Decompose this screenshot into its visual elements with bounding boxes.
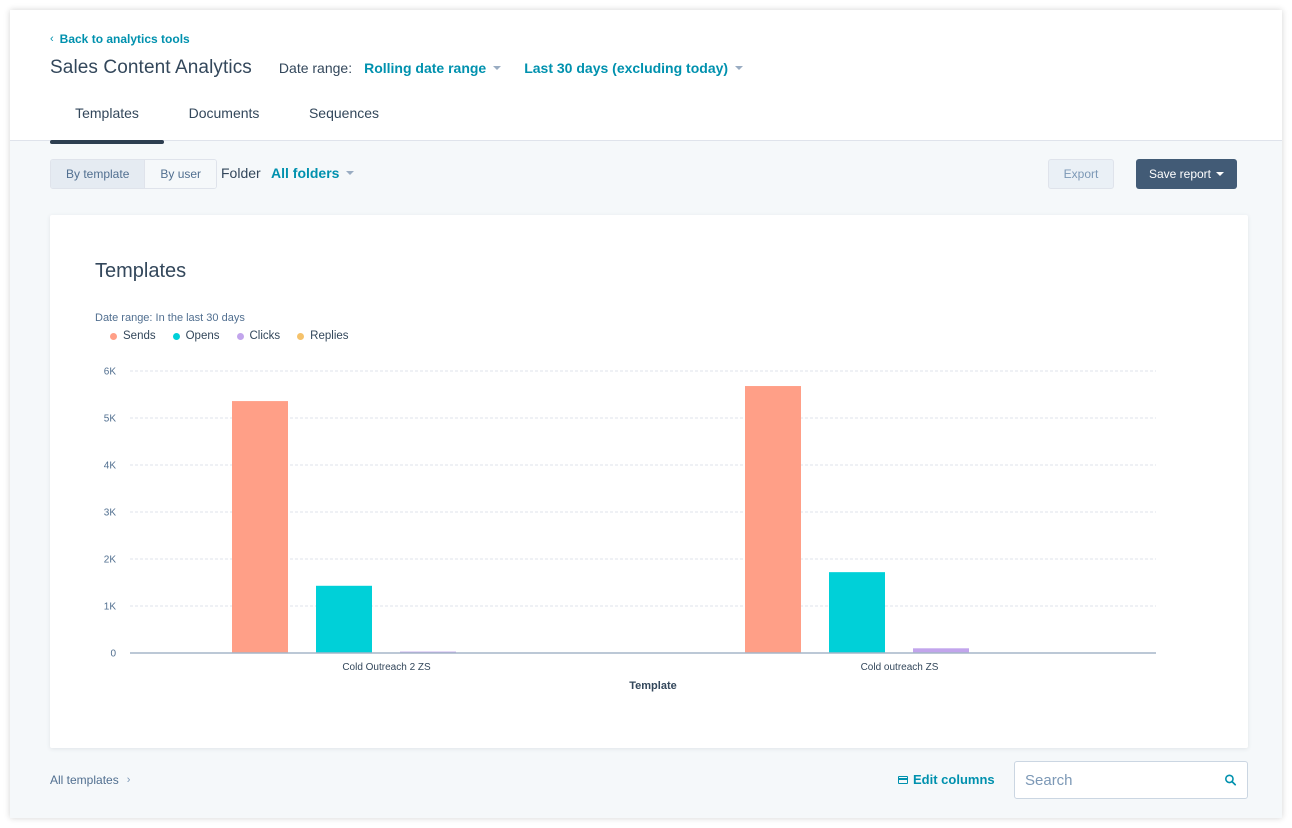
folder-dropdown[interactable]: All folders xyxy=(271,165,355,181)
tab-documents[interactable]: Documents xyxy=(164,105,284,141)
bar-sends[interactable] xyxy=(745,386,801,653)
folder-value: All folders xyxy=(271,165,340,181)
bar-chart: 0 1K 2K 3K 4K 5K 6K Cold Outreach 2 ZS Cold outr… xyxy=(104,367,1156,692)
by-template-button[interactable]: By template xyxy=(51,160,146,188)
date-range-value: Last 30 days (excluding today) xyxy=(524,60,729,76)
tab-templates[interactable]: Templates xyxy=(50,105,164,144)
page-header: ‹ Back to analytics tools Sales Content … xyxy=(10,10,1282,144)
search-box xyxy=(1014,761,1248,799)
date-range-label: Date range: xyxy=(278,60,353,76)
report-toolbar: By template By user Folder All folders E… xyxy=(50,159,1238,189)
bar-sends[interactable] xyxy=(232,401,288,653)
back-to-analytics-link[interactable]: ‹ Back to analytics tools xyxy=(50,32,190,46)
x-tick-label: Cold outreach ZS xyxy=(861,662,939,673)
export-button[interactable]: Export xyxy=(1048,159,1114,189)
date-range-value-dropdown[interactable]: Last 30 days (excluding today) xyxy=(524,60,744,76)
y-tick-label: 2K xyxy=(104,555,117,566)
bar-opens[interactable] xyxy=(829,572,885,653)
back-link-label: Back to analytics tools xyxy=(59,32,190,46)
search-input[interactable] xyxy=(1025,771,1224,789)
app-window: ‹ Back to analytics tools Sales Content … xyxy=(10,10,1282,818)
tab-sequences[interactable]: Sequences xyxy=(284,105,404,141)
folder-label: Folder xyxy=(221,165,261,181)
page-title: Sales Content Analytics xyxy=(50,57,252,78)
y-tick-label: 5K xyxy=(104,414,117,425)
view-toggle: By template By user xyxy=(50,159,218,189)
y-tick-label: 4K xyxy=(104,461,117,472)
all-templates-label: All templates xyxy=(50,773,119,787)
caret-down-icon xyxy=(346,171,355,175)
y-tick-label: 1K xyxy=(104,602,117,613)
caret-down-icon xyxy=(493,66,502,70)
title-row: Sales Content Analytics Date range: Roll… xyxy=(50,57,744,79)
caret-down-icon xyxy=(1216,172,1225,176)
edit-columns-label: Edit columns xyxy=(913,772,995,787)
y-tick-label: 6K xyxy=(104,367,117,378)
x-axis-title: Template xyxy=(629,680,676,692)
edit-columns-button[interactable]: Edit columns xyxy=(898,772,995,787)
x-tick-label: Cold Outreach 2 ZS xyxy=(342,662,431,673)
y-tick-label: 3K xyxy=(104,508,117,519)
save-report-button[interactable]: Save report xyxy=(1136,159,1237,189)
bar-opens[interactable] xyxy=(316,585,372,653)
chevron-right-icon: › xyxy=(126,774,131,786)
caret-down-icon xyxy=(735,66,744,70)
date-range-type-dropdown[interactable]: Rolling date range xyxy=(364,60,502,76)
search-icon[interactable] xyxy=(1224,771,1237,789)
save-report-label: Save report xyxy=(1148,167,1212,181)
date-range-type-value: Rolling date range xyxy=(364,60,487,76)
y-tick-label: 0 xyxy=(110,649,116,660)
columns-icon xyxy=(898,775,908,784)
all-templates-link[interactable]: All templates › xyxy=(50,773,130,787)
chart-card: Templates Date range: In the last 30 day… xyxy=(50,215,1248,748)
by-user-button[interactable]: By user xyxy=(145,160,217,188)
tab-bar: Templates Documents Sequences xyxy=(50,105,404,144)
chevron-left-icon: ‹ xyxy=(50,33,54,45)
